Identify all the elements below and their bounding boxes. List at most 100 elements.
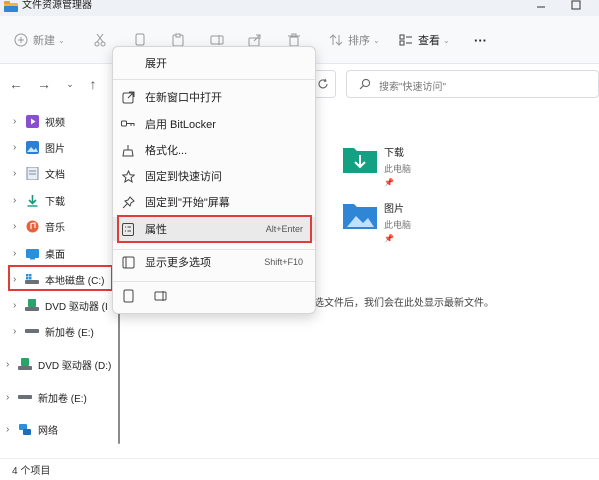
- view-icon: [399, 34, 412, 46]
- sidebar-item-network[interactable]: › 网络: [6, 419, 58, 439]
- file-explorer-icon: [4, 1, 18, 12]
- properties-highlight-box: [117, 215, 312, 243]
- menu-copy-button[interactable]: [123, 289, 135, 306]
- sidebar-item-dvd-drive[interactable]: › DVD 驱动器 (I: [13, 295, 108, 315]
- more-icon: ···: [474, 32, 487, 48]
- drive-icon: [25, 324, 39, 338]
- chevron-right-icon[interactable]: ›: [13, 195, 25, 206]
- network-icon: [18, 422, 32, 436]
- rename-icon: [210, 35, 224, 45]
- item-count: 4 个项目: [12, 466, 51, 477]
- new-button[interactable]: 新建 ⌄: [14, 32, 65, 48]
- recent-locations-chevron-icon[interactable]: ⌄: [62, 76, 78, 92]
- menu-item-label: 显示更多选项: [145, 257, 211, 269]
- video-folder-icon: [25, 114, 39, 128]
- chevron-down-icon: ⌄: [58, 35, 65, 45]
- sidebar-item-label: 音乐: [45, 222, 65, 234]
- share-icon: [248, 34, 261, 47]
- chevron-right-icon[interactable]: ›: [13, 326, 25, 337]
- sidebar-item-new-volume-e[interactable]: › 新加卷 (E:): [13, 321, 94, 341]
- menu-item-show-more-options[interactable]: 显示更多选项 Shift+F10: [113, 250, 315, 274]
- sidebar-item-label: 视频: [45, 117, 65, 129]
- desktop-folder-icon: [25, 246, 39, 260]
- folder-location: 此电脑: [384, 220, 412, 230]
- sidebar-item-label: 图片: [45, 143, 65, 155]
- dvd-drive-icon: [18, 357, 32, 371]
- documents-folder-icon: [25, 166, 39, 180]
- pictures-folder-icon: [343, 204, 377, 229]
- menu-item-label: 固定到"开始"屏幕: [145, 197, 230, 209]
- drive-icon: [18, 390, 32, 404]
- sidebar-item-documents[interactable]: › 文档: [13, 163, 65, 183]
- scissors-icon: [94, 33, 106, 47]
- sidebar-item-videos[interactable]: › 视频: [13, 111, 65, 131]
- search-placeholder: 搜索"快速访问": [379, 82, 447, 93]
- search-icon: [359, 78, 371, 90]
- title-bar: 文件资源管理器: [0, 0, 599, 16]
- new-label: 新建: [33, 35, 55, 47]
- pictures-folder-icon: [25, 140, 39, 154]
- chevron-right-icon[interactable]: ›: [6, 392, 18, 403]
- menu-rename-button[interactable]: [154, 290, 168, 305]
- pin-icon: 📌: [384, 234, 394, 243]
- minimize-icon[interactable]: [535, 0, 547, 12]
- sidebar-item-new-volume-e-2[interactable]: › 新加卷 (E:): [6, 387, 87, 407]
- folder-tile-pictures[interactable]: 图片 此电脑 📌: [342, 200, 411, 243]
- view-button[interactable]: 查看 ⌄: [399, 32, 450, 48]
- paste-icon: [172, 33, 184, 47]
- cut-button[interactable]: [93, 32, 107, 48]
- chevron-down-icon: ⌄: [443, 35, 450, 45]
- chevron-right-icon[interactable]: ›: [13, 142, 25, 153]
- refresh-icon[interactable]: [317, 78, 329, 90]
- sort-icon: [329, 34, 343, 46]
- sidebar-item-label: 网络: [38, 425, 58, 437]
- folder-name: 图片: [384, 204, 404, 215]
- music-folder-icon: [25, 219, 39, 233]
- menu-item-format[interactable]: 格式化...: [113, 138, 315, 162]
- sidebar-item-desktop[interactable]: › 桌面: [13, 243, 65, 263]
- up-arrow-icon[interactable]: ↑: [85, 76, 101, 92]
- chevron-right-icon[interactable]: ›: [13, 248, 25, 259]
- sidebar-item-dvd-drive-d[interactable]: › DVD 驱动器 (D:): [6, 354, 111, 374]
- chevron-right-icon[interactable]: ›: [13, 221, 25, 232]
- recent-files-hint: 选文件后，我们会在此处显示最新文件。: [314, 298, 494, 309]
- menu-item-bitlocker[interactable]: 启用 BitLocker: [113, 112, 315, 136]
- menu-item-pin-start[interactable]: 固定到"开始"屏幕: [113, 190, 315, 214]
- chevron-right-icon[interactable]: ›: [13, 168, 25, 179]
- window-title: 文件资源管理器: [22, 0, 92, 11]
- view-label: 查看: [418, 35, 440, 47]
- dvd-drive-icon: [25, 298, 39, 312]
- sort-button[interactable]: 排序 ⌄: [329, 32, 380, 48]
- context-menu: 展开 在新窗口中打开 启用 BitLocker 格式化... 固定到快速访问 固…: [112, 46, 316, 314]
- sidebar-item-label: 桌面: [45, 249, 65, 261]
- menu-divider: [113, 79, 315, 80]
- menu-item-label: 启用 BitLocker: [145, 119, 216, 131]
- open-new-window-icon: [121, 90, 135, 104]
- menu-item-expand[interactable]: 展开: [113, 51, 315, 75]
- sidebar-item-music[interactable]: › 音乐: [13, 216, 65, 236]
- sidebar-item-pictures[interactable]: › 图片: [13, 137, 65, 157]
- plus-circle-icon: [14, 33, 28, 47]
- menu-item-pin-quick-access[interactable]: 固定到快速访问: [113, 164, 315, 188]
- chevron-right-icon[interactable]: ›: [13, 300, 25, 311]
- selection-highlight-box: [8, 265, 113, 291]
- back-arrow-icon[interactable]: ←: [8, 76, 24, 92]
- star-icon: [121, 169, 135, 183]
- chevron-right-icon[interactable]: ›: [6, 359, 18, 370]
- menu-item-open-new-window[interactable]: 在新窗口中打开: [113, 85, 315, 109]
- pin-icon: 📌: [384, 178, 394, 187]
- chevron-right-icon[interactable]: ›: [13, 116, 25, 127]
- forward-arrow-icon[interactable]: →: [36, 76, 52, 92]
- sidebar-item-downloads[interactable]: › 下载: [13, 190, 65, 210]
- more-options-button[interactable]: ···: [474, 32, 487, 48]
- download-icon: [25, 193, 39, 207]
- search-input[interactable]: 搜索"快速访问": [346, 70, 599, 98]
- menu-divider: [113, 281, 315, 282]
- trash-icon: [288, 33, 300, 47]
- folder-tile-downloads[interactable]: 下载 此电脑 📌: [342, 144, 411, 187]
- close-icon[interactable]: [568, 0, 584, 12]
- sidebar-item-label: DVD 驱动器 (I: [45, 301, 108, 313]
- chevron-right-icon[interactable]: ›: [6, 424, 18, 435]
- sidebar-item-label: 新加卷 (E:): [45, 327, 94, 339]
- menu-item-label: 展开: [145, 58, 167, 70]
